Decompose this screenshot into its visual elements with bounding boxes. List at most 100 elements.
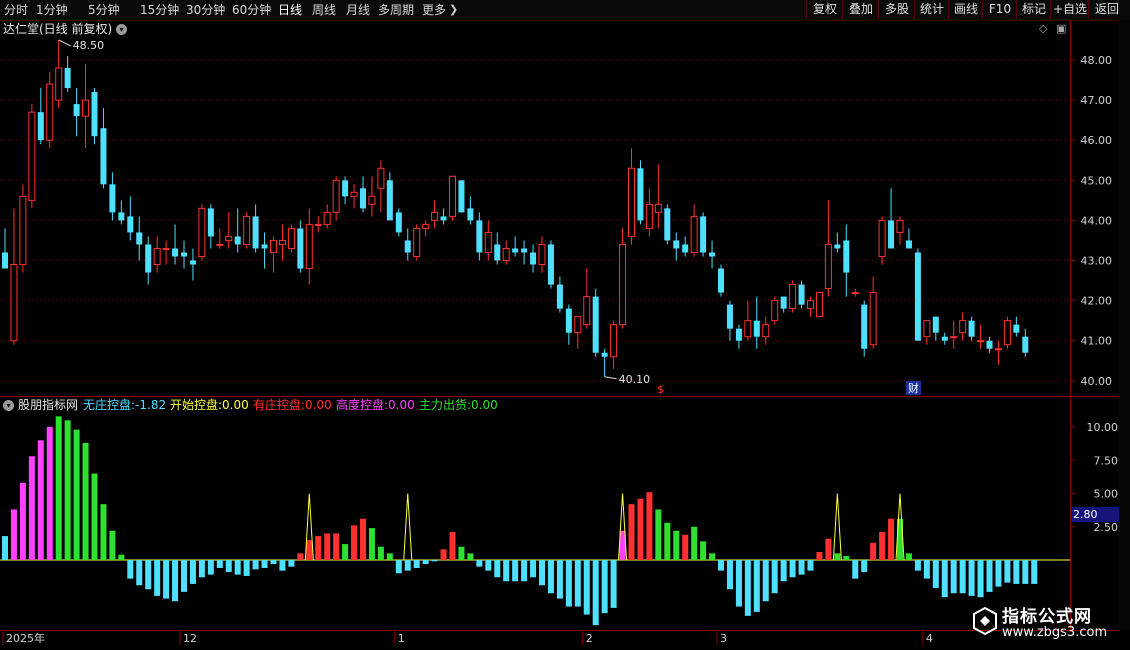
indicator-bar: [306, 540, 313, 560]
candle-body-up: [270, 239, 277, 253]
indicator-bar: [682, 534, 689, 560]
indicator-bar: [64, 420, 71, 560]
indicator-bar: [288, 560, 295, 567]
indicator-bar: [691, 526, 698, 560]
candle-body-down: [601, 352, 608, 357]
candle-body-down: [73, 104, 80, 117]
diamond-icon[interactable]: ◇: [1039, 22, 1047, 36]
indicator-bar: [825, 538, 832, 560]
window-toggle-icon[interactable]: ▣: [1056, 22, 1066, 36]
indicator-bar: [1031, 560, 1038, 584]
indicator-bar: [798, 560, 805, 575]
candle-body-up: [82, 99, 90, 117]
candle-body-up: [690, 215, 698, 253]
indicator-bar: [995, 560, 1002, 587]
candle-body-down: [914, 252, 921, 341]
indicator-tick-label: 7.50: [1094, 454, 1119, 467]
indicator-bar: [404, 560, 411, 571]
indicator-legend-5: 主力出货:0.00: [419, 398, 498, 412]
candle-body-down: [664, 208, 671, 241]
indicator-bar: [530, 560, 537, 578]
indicator-bar: [870, 542, 877, 560]
indicator-bar: [986, 560, 993, 592]
indicator-bar: [923, 560, 930, 579]
indicator-bar: [440, 549, 447, 560]
indicator-bar: [905, 553, 912, 560]
candle-body-up: [619, 243, 627, 326]
indicator-bar: [476, 560, 483, 567]
candle-body-down: [261, 244, 268, 249]
candle-body-down: [342, 180, 349, 197]
indicator-bar: [914, 560, 921, 571]
candle-body-down: [64, 68, 71, 89]
indicator-bar: [646, 492, 653, 560]
candle-body-down: [181, 252, 187, 257]
indicator-bar: [261, 560, 268, 568]
candle-body-up: [278, 239, 286, 245]
date-label: 2025年: [6, 631, 45, 645]
candle-body-down: [843, 240, 850, 273]
indicator-bar: [118, 554, 125, 560]
watermark-logo-icon: [973, 606, 997, 636]
indicator-bar: [109, 530, 116, 560]
candle-body-down: [234, 236, 241, 245]
candle-body-up: [368, 195, 376, 205]
candle-body-up: [789, 284, 797, 310]
indicator-bar: [932, 560, 939, 588]
candle-body-down: [440, 216, 447, 221]
candle-body-up: [332, 179, 340, 213]
indicator-bar: [583, 560, 590, 615]
candle-body-down: [726, 304, 733, 329]
indicator-bar: [789, 560, 796, 578]
candle-body-down: [718, 268, 724, 293]
chart-canvas[interactable]: 48.0047.0046.0045.0044.0043.0042.0041.00…: [0, 0, 1130, 650]
chevron-down-icon[interactable]: ▾: [116, 24, 127, 35]
indicator-bar: [189, 560, 196, 584]
indicator-legend-2: 开始控盘:0.00: [170, 398, 249, 412]
candle-body-down: [297, 228, 304, 269]
indicator-bar: [10, 509, 17, 560]
stock-title: 达仁堂(日线 前复权): [3, 22, 113, 36]
indicator-bar: [467, 553, 474, 560]
indicator-bar: [592, 560, 599, 626]
candle-body-up: [28, 111, 36, 201]
candle-body-down: [700, 216, 707, 253]
watermark-url: www.zbgs3.com: [1002, 625, 1108, 640]
right-sidebar[interactable]: [1119, 20, 1130, 630]
candle-body-down: [386, 180, 393, 221]
price-tick-label: 40.00: [1081, 375, 1113, 388]
candle-body-up: [610, 324, 618, 358]
indicator-bar: [941, 560, 948, 598]
pane-divider: [0, 396, 1119, 397]
indicator-bar: [2, 536, 8, 560]
indicator-bar: [243, 560, 250, 576]
date-label: 1: [398, 632, 405, 645]
indicator-bar: [521, 560, 528, 582]
indicator-bar: [55, 416, 62, 560]
candle-body-up: [538, 243, 546, 266]
price-tick-label: 43.00: [1081, 255, 1113, 268]
indicator-bar: [950, 560, 957, 594]
report-marker: 财: [908, 381, 919, 395]
indicator-chevron-down-icon[interactable]: ▾: [3, 400, 14, 411]
candle-body-up: [574, 316, 582, 334]
candle-body-up: [994, 348, 1002, 351]
candle-body-up: [771, 300, 779, 322]
candle-body-down: [888, 220, 895, 249]
candle-body-up: [869, 292, 877, 346]
indicator-bar: [315, 536, 322, 560]
indicator-bar: [977, 560, 984, 598]
indicator-bar: [431, 560, 438, 562]
indicator-bar: [297, 553, 304, 560]
indicator-bar: [324, 533, 331, 560]
indicator-bar: [852, 560, 859, 579]
candle-body-up: [225, 235, 233, 241]
indicator-bar: [145, 560, 152, 590]
candle-body-down: [565, 308, 572, 333]
candle-body-up: [923, 320, 931, 338]
candle-body-down: [512, 248, 519, 253]
candle-body-up: [449, 175, 456, 217]
candle-body-up: [314, 223, 322, 226]
indicator-bar: [351, 525, 358, 560]
candle-body-up: [1003, 320, 1011, 346]
